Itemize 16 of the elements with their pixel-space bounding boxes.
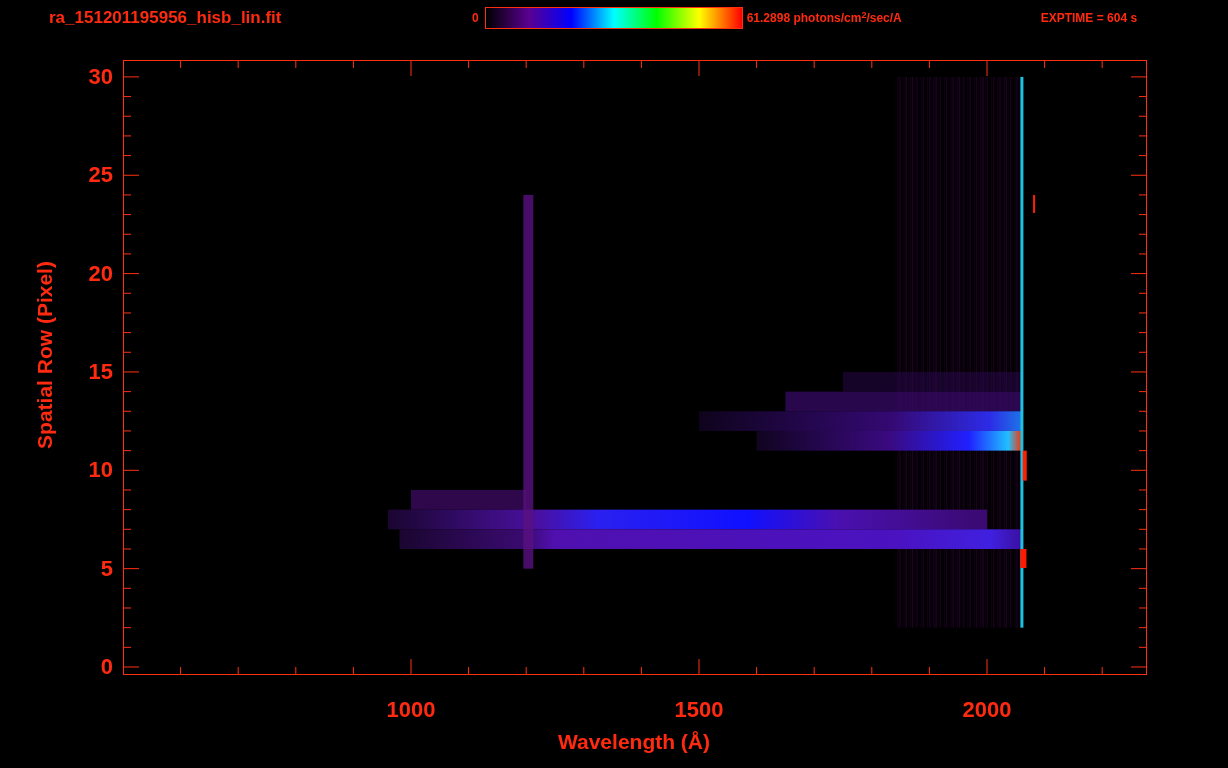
y-tick-label: 25 [88,164,113,187]
y-tick-label: 20 [88,262,113,285]
y-tick-label: 15 [88,360,113,383]
colorbar-min-label: 0 [472,10,479,27]
x-tick-label: 2000 [962,699,1012,721]
file-title: ra_151201195956_hisb_lin.fit [49,7,283,30]
y-tick-label: 0 [100,656,113,678]
x-tick-label: 1500 [674,699,724,721]
y-tick-label: 5 [100,557,113,580]
exposure-time: EXPTIME = 604 s [1040,10,1138,27]
x-tick-label: 1000 [386,699,436,721]
y-tick-label: 10 [88,459,113,482]
colorbar-max-label: 61.2898 photons/cm$^{2}$/sec/A [746,9,903,27]
x-axis-label: Wavelength (Å) [557,731,711,752]
y-axis-label: Spatial Row (Pixel) [32,261,58,449]
y-tick-label: 30 [88,65,113,88]
